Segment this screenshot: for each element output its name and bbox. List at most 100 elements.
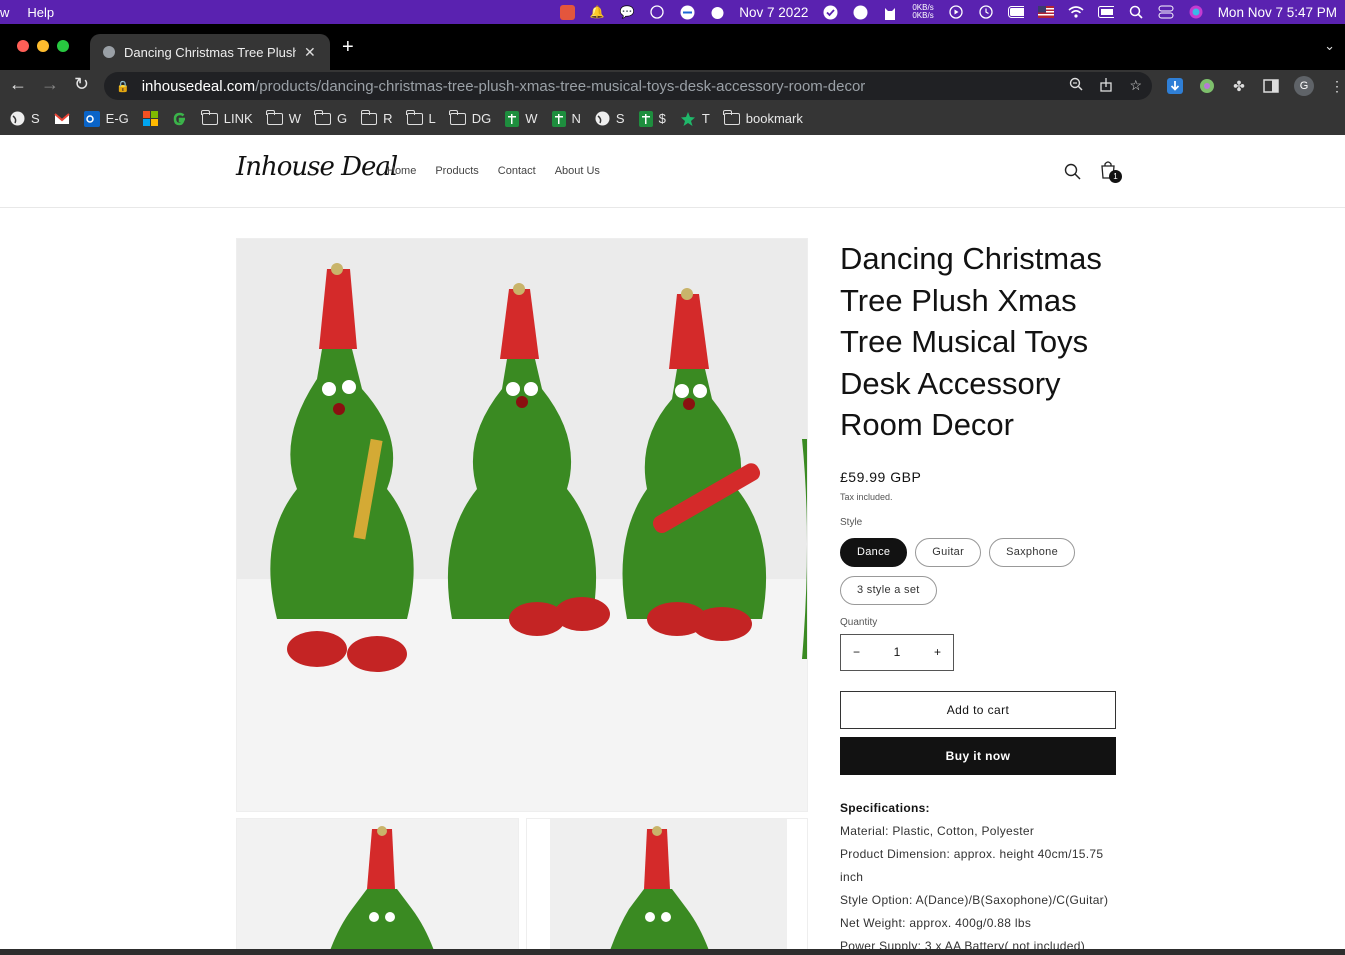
zoom-icon[interactable] [1069,77,1083,95]
folder-icon [360,109,378,125]
bookmark-item[interactable]: $ [638,110,666,127]
tab-search-chevron-icon[interactable]: ⌄ [1324,38,1335,54]
bookmark-label: W [288,111,301,126]
bookmark-item[interactable]: L [406,109,436,126]
bookmark-item[interactable]: DG [449,109,492,126]
tab-close-icon[interactable]: ✕ [304,44,316,61]
bookmark-item[interactable]: W [505,110,538,127]
minimize-window-button[interactable] [37,40,49,52]
menu-help[interactable]: Help [27,5,54,20]
share-icon[interactable] [1099,77,1113,95]
bookmark-item[interactable]: T [680,111,710,127]
play-circle-icon[interactable] [948,4,964,20]
forward-button[interactable]: → [41,74,59,95]
decrease-quantity-button[interactable]: − [853,645,860,659]
bookmark-item[interactable]: W [266,109,301,126]
arrow-circle-icon[interactable] [852,4,868,20]
app-red-icon[interactable] [559,4,575,20]
check-circle-icon[interactable] [822,4,838,20]
product-thumbnail-1[interactable] [236,818,519,949]
bookmark-item[interactable] [172,111,188,127]
teamviewer-icon[interactable] [679,4,695,20]
keyboard-icon[interactable] [1097,4,1114,20]
bookmark-label: W [525,111,538,126]
browser-menu-icon[interactable]: ⋮ [1328,77,1345,95]
increase-quantity-button[interactable]: + [934,645,941,659]
side-panel-icon[interactable] [1262,77,1280,95]
extensions-puzzle-icon[interactable]: ✤ [1230,77,1248,95]
product-price: £59.99 GBP [840,468,922,485]
siri-icon[interactable] [1188,4,1204,20]
spotlight-search-icon[interactable] [1128,4,1144,20]
folder-icon [266,109,283,125]
back-button[interactable]: ← [9,74,27,95]
bookmark-label: G [336,111,348,126]
green-extension-icon[interactable] [1198,77,1216,95]
bookmark-item[interactable]: LINK [201,109,253,126]
specs-heading: Specifications: [840,800,930,815]
dock-edge [0,949,1345,955]
product-thumbnail-2[interactable] [526,818,808,949]
download-extension-icon[interactable] [1166,77,1184,95]
time-machine-icon[interactable] [978,4,994,20]
spec-line: Material: Plastic, Cotton, Polyester [840,823,1035,838]
bookmarks-bar: S E-G LINK W G R L DG W N S $ Tbookmark [0,102,1345,135]
menu-app-fragment[interactable]: w [0,5,9,20]
nav-about-us[interactable]: About Us [555,165,600,177]
bookmark-item[interactable]: S [10,111,40,126]
product-title: Dancing Christmas Tree Plush Xmas Tree M… [840,241,1102,442]
nav-home[interactable]: Home [387,165,416,177]
bookmark-item[interactable]: G [314,109,348,126]
product-main-image[interactable] [236,238,808,812]
globe-icon [595,111,610,126]
style-option-saxphone[interactable]: Saxphone [989,537,1076,567]
bookmark-item[interactable]: bookmark [723,109,803,126]
bookmark-item[interactable] [54,112,70,125]
bookmark-item[interactable]: E-G [83,110,129,127]
nav-contact[interactable]: Contact [498,165,536,177]
bookmark-item[interactable]: N [551,110,581,127]
address-bar[interactable]: 🔒 inhousedeal.com /products/dancing-chri… [104,72,1152,100]
folder-icon [449,109,466,125]
store-logo[interactable]: Inhouse Deal [236,152,398,182]
bookmark-item[interactable] [142,111,158,126]
style-option-set[interactable]: 3 style a set [840,575,937,605]
script-icon[interactable] [649,4,665,20]
browser-tabstrip: Dancing Christmas Tree Plush Xmas Tree M… [0,24,1345,70]
nav-products[interactable]: Products [435,165,478,177]
us-flag-icon[interactable] [1037,4,1054,20]
date-widget[interactable]: Nov 7 2022 [739,5,808,20]
cat-icon[interactable] [709,4,725,20]
tab-active[interactable]: Dancing Christmas Tree Plush Xmas Tree M… [90,34,330,70]
battery-icon[interactable] [1007,4,1024,20]
store-page: Inhouse Deal Home Products Contact About… [0,136,1345,949]
dancing-trees-photo [237,239,807,811]
close-window-button[interactable] [17,40,29,52]
control-center-icon[interactable] [1158,4,1174,20]
globe-icon [10,111,25,126]
bookmark-label: S [615,111,625,126]
cat-silhouette-icon[interactable] [882,4,898,20]
bookmark-item[interactable]: R [360,109,393,126]
buy-now-button[interactable]: Buy it now [840,736,1116,775]
notification-bell-icon[interactable]: 🔔 [589,4,605,20]
reload-button[interactable]: ↻ [74,74,89,95]
new-tab-button[interactable]: + [342,36,354,59]
url-path: /products/dancing-christmas-tree-plush-x… [255,77,866,95]
search-icon[interactable] [1064,163,1081,185]
wifi-icon[interactable] [1068,4,1084,20]
style-option-guitar[interactable]: Guitar [915,537,982,567]
add-to-cart-button[interactable]: Add to cart [840,690,1116,729]
quantity-input[interactable]: 1 [894,645,901,659]
bookmark-star-icon[interactable]: ☆ [1129,77,1142,95]
outlook-icon [83,110,100,127]
profile-avatar[interactable]: G [1294,76,1314,96]
bookmark-label: DG [471,111,492,126]
style-option-dance[interactable]: Dance [840,537,908,567]
bookmark-item[interactable]: S [595,111,625,126]
lock-icon[interactable]: 🔒 [116,80,130,93]
menubar-clock[interactable]: Mon Nov 7 5:47 PM [1218,5,1337,20]
wechat-icon[interactable]: 💬 [619,4,635,20]
zoom-window-button[interactable] [57,40,69,52]
spec-line: Power Supply: 3 x AA Battery( not includ… [840,938,1086,950]
